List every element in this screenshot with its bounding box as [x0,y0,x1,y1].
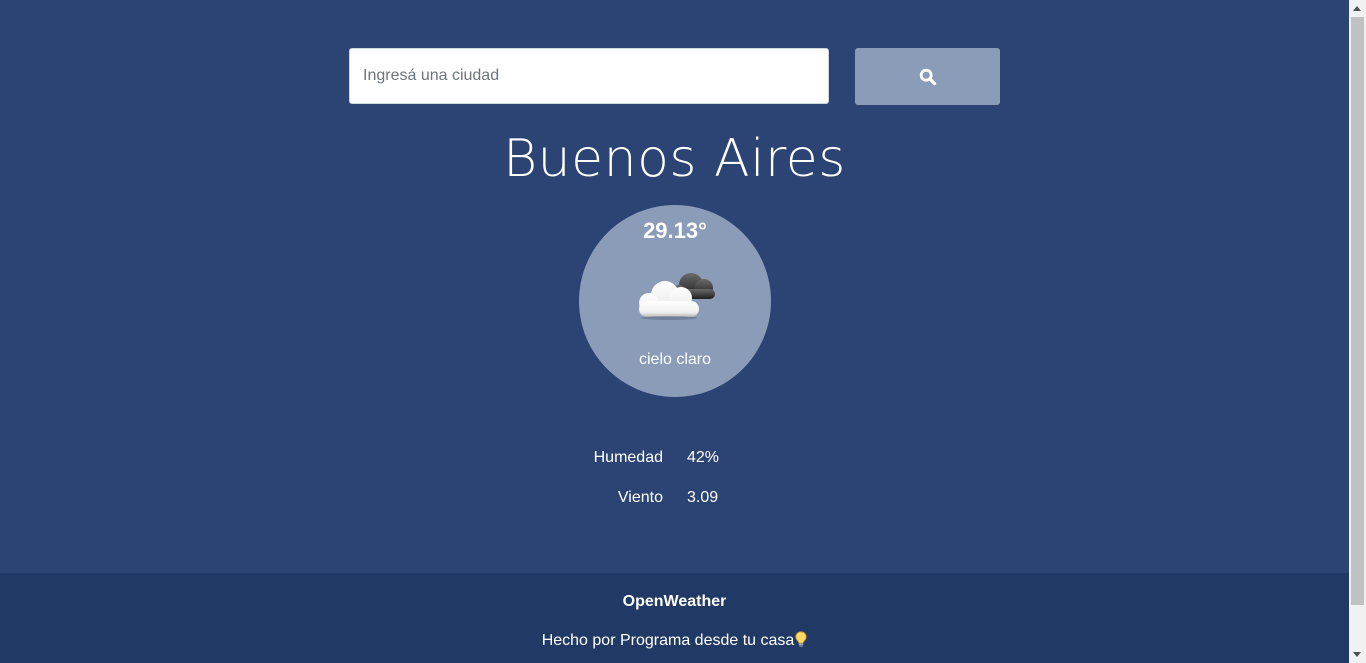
scrollbar-thumb[interactable] [1351,17,1364,605]
footer-credit-text: Hecho por Programa desde tu casa [541,632,795,649]
wind-label: Viento [617,489,663,506]
temperature: 29.13° [643,218,707,243]
weather-page: Buenos Aires 29.13° [0,0,1349,663]
weather-description: cielo claro [638,351,712,368]
lightbulb-icon [795,631,807,647]
cloudy-icon [639,273,715,320]
wind-value: 3.09 [687,489,719,506]
footer: OpenWeather Hecho por Programa desde tu … [0,573,1349,663]
scroll-down-arrow-icon[interactable] [1353,652,1361,657]
scroll-up-arrow-icon[interactable] [1353,6,1361,11]
footer-brand: OpenWeather [622,593,727,610]
search-icon [919,68,936,85]
city-search-input[interactable] [349,48,829,104]
footer-credit: Hecho por Programa desde tu casa [0,631,1349,651]
humidity-label: Humedad [593,449,663,466]
city-name: Buenos Aires [503,129,846,189]
weather-summary-circle: 29.13° cielo claro [579,205,771,397]
humidity-value: 42% [687,449,720,466]
vertical-scrollbar[interactable] [1349,0,1366,663]
search-button[interactable] [855,48,1000,105]
